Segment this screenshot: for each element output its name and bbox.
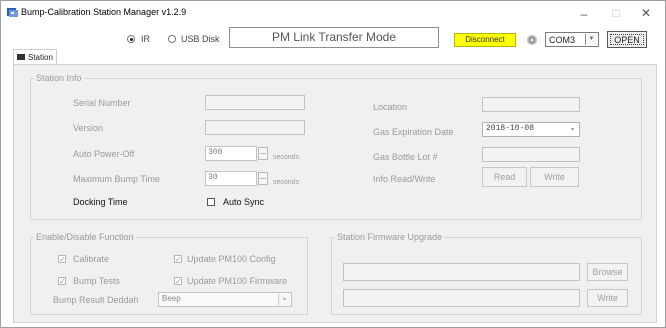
gas-bottle-lot-field: [482, 147, 580, 162]
com-port-select[interactable]: COM3 ▼: [545, 32, 599, 47]
chevron-down-icon: ▼: [585, 34, 597, 45]
minimize-button[interactable]: –: [573, 7, 595, 21]
auto-power-off-label: Auto Power-Off: [73, 149, 135, 159]
max-bump-time-unit: seconds: [273, 179, 300, 186]
info-read-write-label: Info Read/Write: [373, 174, 436, 184]
serial-number-field: [205, 95, 305, 110]
bump-result-value: Beep: [162, 294, 181, 303]
firmware-path-field: [343, 263, 580, 281]
update-config-checkbox[interactable]: ✓: [174, 255, 182, 264]
com-port-value: COM3: [549, 35, 576, 45]
chevron-down-icon: ▾: [567, 124, 578, 135]
write-button[interactable]: Write: [530, 167, 579, 187]
auto-sync-checkbox[interactable]: [207, 198, 215, 206]
update-firmware-label: Update PM100 Firmware: [187, 276, 288, 286]
auto-power-off-spinner[interactable]: [258, 147, 268, 160]
gas-bottle-lot-label: Gas Bottle Lot #: [373, 152, 438, 162]
tab-station-label: Station: [28, 53, 53, 62]
tab-station[interactable]: Station: [13, 49, 57, 65]
bump-tests-label: Bump Tests: [73, 276, 120, 286]
calibrate-checkbox[interactable]: ✓: [58, 255, 66, 264]
update-firmware-checkbox[interactable]: ✓: [174, 277, 182, 286]
radio-ir-label: IR: [141, 34, 150, 44]
enable-disable-title: Enable/Disable Function: [34, 232, 136, 242]
bump-tests-checkbox[interactable]: ✓: [58, 277, 66, 286]
max-bump-time-value: 30: [208, 173, 218, 182]
calibrate-label: Calibrate: [73, 254, 110, 264]
serial-number-label: Serial Number: [73, 98, 131, 108]
browse-button[interactable]: Browse: [587, 263, 628, 281]
max-bump-time-input[interactable]: 30: [205, 171, 257, 186]
open-button-label: OPEN: [614, 35, 640, 45]
auto-power-off-unit: seconds: [273, 154, 300, 161]
gas-expiration-label: Gas Expiration Date: [373, 127, 454, 137]
window-title: Bump-Calibration Station Manager v1.2.9: [21, 7, 187, 17]
firmware-write-button[interactable]: Write: [587, 289, 628, 307]
open-button[interactable]: OPEN: [607, 31, 647, 48]
read-button[interactable]: Read: [482, 167, 527, 187]
location-field: [482, 97, 580, 112]
close-button[interactable]: ✕: [635, 6, 657, 20]
auto-sync-label: Auto Sync: [223, 197, 265, 207]
version-label: Version: [73, 123, 104, 133]
max-bump-time-label: Maximum Bump Time: [73, 174, 161, 184]
bump-result-select[interactable]: Beep ▾: [158, 292, 292, 307]
radio-usb-disk[interactable]: [168, 35, 176, 43]
chevron-down-icon: ▾: [278, 294, 290, 305]
version-field: [205, 120, 305, 135]
app-window: Bump-Calibration Station Manager v1.2.9 …: [0, 0, 666, 328]
radio-usb-label: USB Disk: [181, 34, 220, 44]
station-tab-icon: [17, 54, 25, 60]
bump-result-label: Bump Result Deddah: [53, 295, 139, 305]
open-button-focus-ring: OPEN: [610, 34, 644, 45]
station-info-title: Station Info: [34, 73, 84, 83]
firmware-upgrade-title: Station Firmware Upgrade: [335, 232, 445, 242]
radio-ir[interactable]: [127, 35, 135, 43]
gas-expiration-value: 2018-10-08: [486, 124, 535, 133]
disconnect-button[interactable]: Disconnect: [454, 33, 516, 47]
app-icon: [7, 7, 19, 17]
maximize-button[interactable]: □: [605, 6, 627, 20]
mode-display: PM Link Transfer Mode: [229, 27, 439, 48]
mode-text: PM Link Transfer Mode: [271, 30, 397, 44]
gas-expiration-select[interactable]: 2018-10-08 ▾: [482, 122, 580, 137]
auto-power-off-input[interactable]: 300: [205, 146, 257, 161]
location-label: Location: [373, 102, 408, 112]
max-bump-time-spinner[interactable]: [258, 172, 268, 185]
auto-power-off-value: 300: [208, 148, 223, 157]
update-config-label: Update PM100 Config: [187, 254, 276, 264]
settings-gear-icon[interactable]: [526, 34, 538, 46]
docking-time-label: Docking Time: [73, 197, 128, 207]
firmware-status-field: [343, 289, 580, 307]
